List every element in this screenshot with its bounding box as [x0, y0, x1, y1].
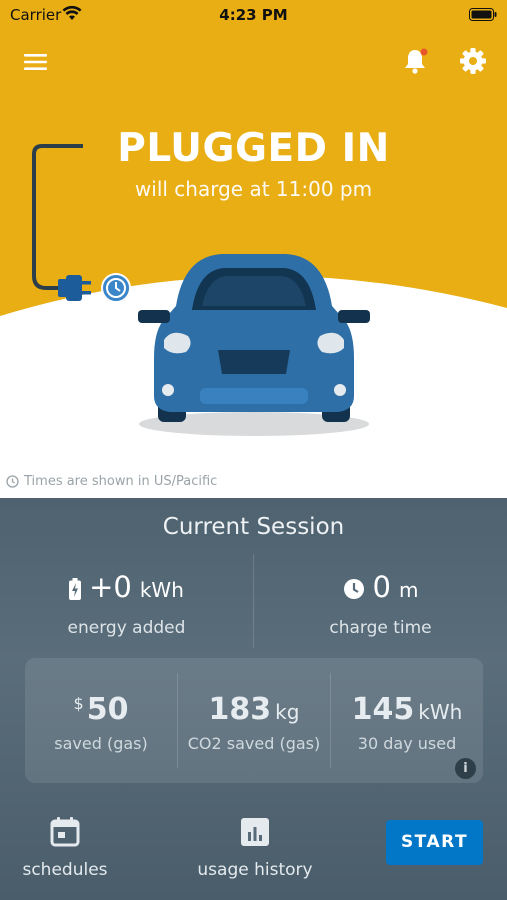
- gas-savings-value: 50: [86, 692, 129, 727]
- session-title: Current Session: [162, 514, 345, 540]
- clock-icon: [101, 273, 131, 303]
- energy-added-label: energy added: [67, 618, 186, 638]
- clock-time: 4:23 PM: [219, 6, 288, 24]
- start-charging-button[interactable]: START: [386, 820, 483, 865]
- bar-chart-icon: [241, 818, 269, 846]
- timezone-note: Times are shown in US/Pacific: [6, 474, 217, 489]
- energy-added-value: +0: [89, 570, 132, 604]
- co2-savings-value: 183: [208, 692, 272, 727]
- battery-icon: [469, 8, 497, 21]
- current-session-panel: Current Session +0 kWh energy added 0 m …: [0, 498, 507, 900]
- charge-time-value: 0: [372, 570, 391, 604]
- usage-history-label: usage history: [197, 860, 313, 880]
- bottom-actions: schedules usage history START: [0, 816, 507, 886]
- charge-time-stat: 0 m charge time: [254, 570, 507, 638]
- schedules-button[interactable]: schedules: [15, 816, 115, 880]
- status-bar: Carrier 4:23 PM: [0, 0, 507, 30]
- charging-status-hero: PLUGGED IN will charge at 11:00 pm Times…: [0, 30, 507, 498]
- car-illustration: [138, 254, 370, 436]
- co2-savings-unit: kg: [275, 700, 300, 724]
- usage-30-day-unit: kWh: [418, 700, 463, 724]
- bell-icon[interactable]: [400, 46, 430, 76]
- clock-outline-icon: [6, 475, 19, 488]
- menu-icon[interactable]: [22, 50, 50, 74]
- gas-savings-label: saved (gas): [54, 734, 148, 753]
- plug-icon: [32, 144, 131, 303]
- info-icon[interactable]: i: [455, 758, 476, 779]
- calendar-icon: [50, 817, 80, 847]
- gear-icon[interactable]: [458, 46, 488, 76]
- charge-time-unit: m: [398, 578, 419, 602]
- timezone-note-text: Times are shown in US/Pacific: [24, 474, 218, 489]
- schedules-label: schedules: [22, 860, 108, 880]
- gas-savings-stat: $ 50 saved (gas): [25, 658, 177, 783]
- battery-charging-icon: [69, 578, 82, 600]
- usage-30-day-label: 30 day used: [357, 734, 457, 753]
- co2-savings-label: CO2 saved (gas): [187, 734, 321, 753]
- usage-30-day-value: 145: [351, 692, 415, 727]
- usage-history-button[interactable]: usage history: [190, 816, 320, 880]
- charge-time-label: charge time: [329, 618, 432, 638]
- savings-card: $ 50 saved (gas) 183 kg CO2 saved (gas) …: [25, 658, 483, 783]
- co2-savings-stat: 183 kg CO2 saved (gas): [178, 658, 330, 783]
- energy-added-stat: +0 kWh energy added: [0, 570, 253, 638]
- energy-added-unit: kWh: [139, 578, 184, 602]
- gas-savings-prefix: $: [73, 694, 84, 713]
- clock-icon: [343, 579, 364, 599]
